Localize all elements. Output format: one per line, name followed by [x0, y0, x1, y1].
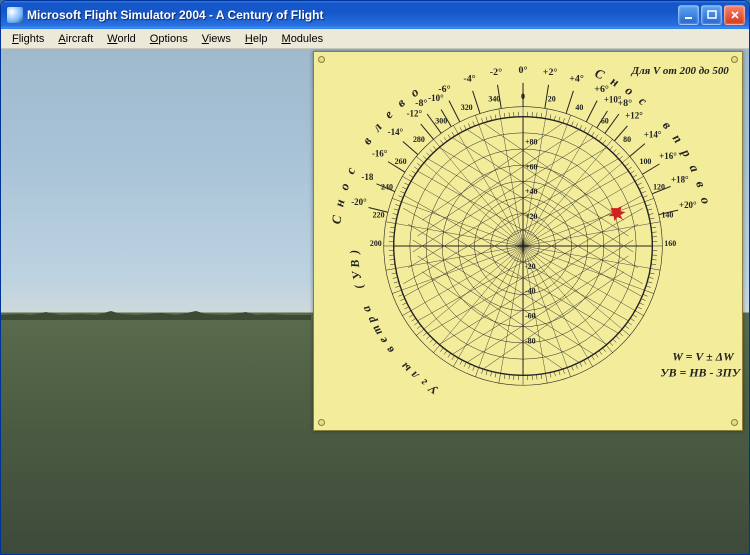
menu-help[interactable]: Help — [238, 31, 275, 47]
svg-text:а: а — [687, 162, 704, 175]
svg-text:г: г — [417, 375, 429, 389]
sim-viewport[interactable]: -8°-6°-4°-2°0°+2°+4°+6°+8°-20°-18-16°-14… — [1, 49, 749, 554]
svg-text:-14°: -14° — [388, 127, 404, 137]
svg-text:+14°: +14° — [644, 129, 662, 139]
svg-text:-8°: -8° — [415, 98, 427, 109]
svg-text:+4°: +4° — [569, 73, 584, 84]
svg-text:60: 60 — [601, 117, 609, 126]
navigation-chart-panel[interactable]: -8°-6°-4°-2°0°+2°+4°+6°+8°-20°-18-16°-14… — [313, 51, 743, 431]
svg-text:+16°: +16° — [659, 151, 677, 161]
svg-text:л: л — [368, 119, 385, 135]
svg-text:в: в — [394, 95, 408, 110]
svg-text:+80: +80 — [525, 138, 537, 147]
svg-text:-12°: -12° — [407, 108, 423, 118]
svg-text:а: а — [359, 304, 374, 315]
svg-text:п: п — [670, 131, 686, 145]
svg-text:в: в — [382, 343, 397, 356]
menubar: Flights Aircraft World Options Views Hel… — [1, 29, 749, 49]
svg-text:р: р — [363, 314, 379, 326]
svg-text:120: 120 — [653, 183, 665, 192]
svg-text:320: 320 — [461, 103, 473, 112]
svg-text:н: н — [331, 198, 347, 208]
svg-text:о: о — [698, 195, 714, 205]
svg-text:в: в — [660, 118, 675, 132]
maximize-button[interactable] — [701, 5, 722, 25]
svg-text:+10°: +10° — [604, 95, 622, 105]
svg-text:УВ = НВ - ЗПУ: УВ = НВ - ЗПУ — [660, 365, 741, 379]
svg-text:160: 160 — [664, 239, 676, 248]
svg-text:с: с — [636, 93, 650, 108]
svg-text:20: 20 — [548, 95, 556, 104]
svg-text:р: р — [678, 145, 695, 159]
svg-text:-40: -40 — [525, 287, 536, 296]
svg-text:280: 280 — [413, 135, 425, 144]
minimize-button[interactable] — [678, 5, 699, 25]
svg-text:с: с — [342, 165, 358, 177]
svg-text:-60: -60 — [525, 312, 536, 321]
svg-text:0°: 0° — [519, 65, 528, 76]
svg-text:У: У — [349, 268, 365, 280]
svg-text:220: 220 — [373, 210, 385, 219]
svg-text:В: В — [347, 259, 362, 269]
menu-world[interactable]: World — [100, 31, 143, 47]
svg-text:): ) — [347, 250, 361, 255]
svg-text:+18°: +18° — [671, 175, 689, 185]
window-title: Microsoft Flight Simulator 2004 - A Cent… — [27, 8, 678, 22]
svg-text:-20: -20 — [525, 262, 536, 271]
svg-text:-20°: -20° — [351, 197, 367, 207]
svg-text:300: 300 — [435, 117, 447, 126]
svg-text:е: е — [381, 107, 396, 122]
svg-text:+12°: +12° — [625, 110, 643, 120]
menu-modules[interactable]: Modules — [275, 31, 331, 47]
svg-text:+2°: +2° — [543, 67, 558, 78]
window-buttons — [678, 5, 745, 25]
svg-text:340: 340 — [488, 95, 500, 104]
svg-text:(: ( — [351, 282, 366, 290]
svg-text:т: т — [368, 323, 385, 338]
svg-text:0: 0 — [521, 92, 525, 101]
svg-text:ы: ы — [398, 360, 414, 376]
svg-text:в: в — [693, 179, 709, 190]
svg-text:200: 200 — [370, 239, 382, 248]
close-button[interactable] — [724, 5, 745, 25]
menu-flights[interactable]: Flights — [5, 31, 51, 47]
svg-text:в: в — [359, 134, 375, 147]
svg-text:40: 40 — [575, 103, 583, 112]
svg-text:100: 100 — [639, 157, 651, 166]
wind-drift-chart: -8°-6°-4°-2°0°+2°+4°+6°+8°-20°-18-16°-14… — [314, 52, 742, 430]
svg-text:240: 240 — [381, 183, 393, 192]
svg-text:+6°: +6° — [594, 84, 609, 95]
app-icon — [7, 7, 23, 23]
svg-text:-80: -80 — [525, 336, 536, 345]
svg-text:+60: +60 — [525, 162, 537, 171]
svg-text:-4°: -4° — [463, 73, 475, 84]
svg-text:140: 140 — [661, 210, 673, 219]
menu-views[interactable]: Views — [195, 31, 238, 47]
svg-text:-2°: -2° — [490, 67, 502, 78]
svg-text:о: о — [623, 82, 637, 98]
svg-text:+40: +40 — [525, 187, 537, 196]
svg-text:+20: +20 — [525, 212, 537, 221]
svg-text:-10°: -10° — [428, 93, 444, 103]
svg-text:-18: -18 — [361, 172, 373, 182]
svg-text:Для V от 200 до 500: Для V от 200 до 500 — [631, 65, 730, 77]
svg-text:-16°: -16° — [372, 148, 388, 158]
svg-text:о: о — [336, 181, 352, 192]
svg-text:80: 80 — [623, 135, 631, 144]
svg-text:С: С — [328, 214, 344, 225]
app-window: Microsoft Flight Simulator 2004 - A Cent… — [0, 0, 750, 555]
menu-aircraft[interactable]: Aircraft — [51, 31, 100, 47]
svg-text:260: 260 — [395, 157, 407, 166]
menu-options[interactable]: Options — [143, 31, 195, 47]
svg-text:н: н — [608, 73, 622, 90]
svg-text:С: С — [593, 65, 607, 82]
svg-text:W = V ± ΔW: W = V ± ΔW — [672, 349, 735, 363]
titlebar[interactable]: Microsoft Flight Simulator 2004 - A Cent… — [1, 1, 749, 29]
svg-text:+20°: +20° — [679, 200, 697, 210]
